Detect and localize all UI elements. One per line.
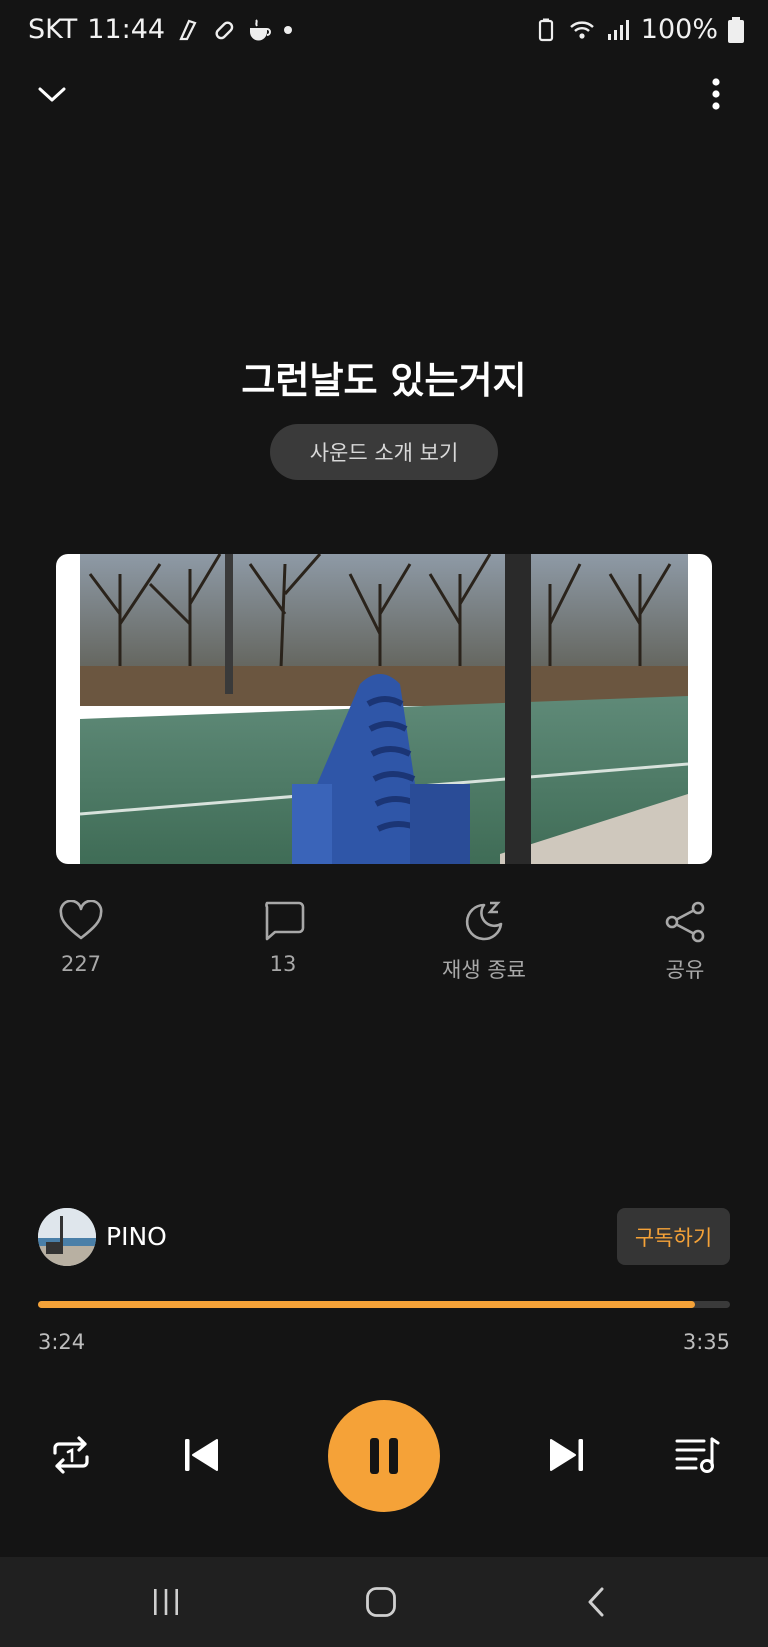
chevron-down-icon xyxy=(38,87,66,102)
progress-fill xyxy=(38,1301,695,1308)
album-artwork xyxy=(56,554,712,864)
subscribe-button[interactable]: 구독하기 xyxy=(617,1208,730,1265)
sound-intro-button[interactable]: 사운드 소개 보기 xyxy=(270,424,498,480)
artist-name[interactable]: PINO xyxy=(106,1222,167,1251)
wifi-icon xyxy=(569,20,594,39)
notification-icon xyxy=(179,19,197,40)
coffee-icon xyxy=(250,18,271,40)
more-options-button[interactable] xyxy=(692,70,740,118)
like-action[interactable]: 227 xyxy=(16,900,146,976)
pill-icon xyxy=(215,20,234,39)
carrier-label: SKT xyxy=(28,14,78,45)
progress-track[interactable] xyxy=(38,1301,730,1308)
share-action[interactable]: 공유 xyxy=(620,900,750,984)
comment-action[interactable]: 13 xyxy=(218,900,348,976)
more-vertical-icon xyxy=(712,78,720,110)
playlist-icon xyxy=(675,1437,720,1473)
playlist-button[interactable] xyxy=(662,1420,732,1490)
elapsed-time: 3:24 xyxy=(38,1330,86,1354)
avatar-image xyxy=(38,1208,96,1266)
battery-label: 100% xyxy=(640,14,718,45)
comment-icon xyxy=(265,901,305,941)
battery-saver-icon xyxy=(538,18,553,41)
share-label: 공유 xyxy=(665,958,705,982)
repeat-button[interactable] xyxy=(36,1420,106,1490)
next-button[interactable] xyxy=(532,1420,602,1490)
previous-button[interactable] xyxy=(166,1420,236,1490)
total-time: 3:35 xyxy=(682,1330,730,1354)
pause-button[interactable] xyxy=(328,1400,440,1512)
artwork-photo xyxy=(80,554,688,864)
home-icon xyxy=(366,1587,396,1617)
pause-icon xyxy=(370,1438,398,1474)
skip-previous-icon xyxy=(185,1439,218,1471)
clock-label: 11:44 xyxy=(87,14,166,45)
collapse-button[interactable] xyxy=(28,70,76,118)
comment-count: 13 xyxy=(269,952,297,976)
moon-icon xyxy=(465,901,503,941)
home-button[interactable] xyxy=(341,1557,421,1647)
recent-apps-button[interactable] xyxy=(126,1557,206,1647)
sleep-timer-action[interactable]: 재생 종료 xyxy=(419,900,549,984)
back-button[interactable] xyxy=(556,1557,636,1647)
status-right: 100% xyxy=(533,14,744,45)
battery-icon xyxy=(728,16,744,43)
skip-next-icon xyxy=(550,1439,583,1471)
like-count: 227 xyxy=(60,952,102,976)
sleep-timer-label: 재생 종료 xyxy=(442,958,526,982)
status-bar: SKT 11:44 100% xyxy=(0,0,768,70)
dot-icon xyxy=(284,25,293,34)
recent-apps-icon xyxy=(154,1589,178,1615)
status-left: SKT 11:44 xyxy=(28,14,293,45)
system-navigation-bar xyxy=(0,1557,768,1647)
heart-icon xyxy=(59,900,103,940)
track-title: 그런날도 있는거지 xyxy=(241,359,527,402)
back-icon xyxy=(588,1587,604,1617)
repeat-one-icon xyxy=(53,1436,89,1474)
park-photo-illustration xyxy=(80,554,688,864)
artist-avatar[interactable] xyxy=(38,1208,96,1266)
signal-icon xyxy=(607,19,629,40)
share-icon xyxy=(665,901,705,943)
